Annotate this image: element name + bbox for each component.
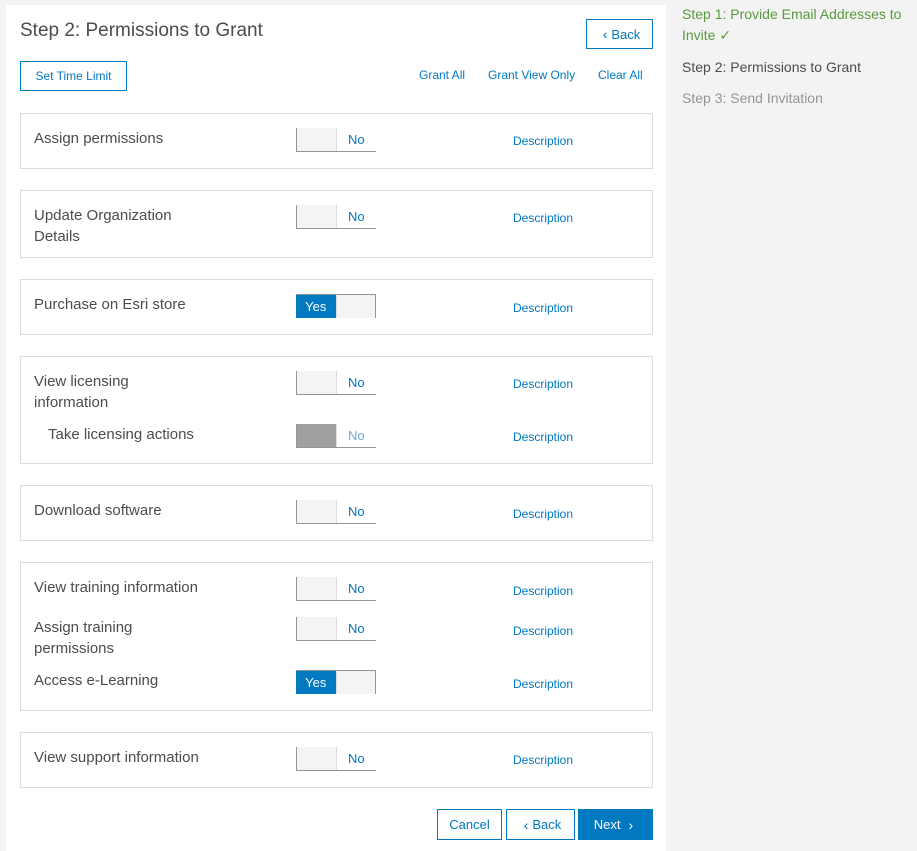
grant-view-only-link[interactable]: Grant View Only (488, 68, 575, 82)
description-link[interactable]: Description (513, 584, 573, 598)
group-download-software: Download software No Description (20, 485, 653, 541)
next-button[interactable]: Next › (578, 809, 653, 840)
toggle-off-handle (297, 500, 337, 523)
permission-label: Assign permissions (34, 130, 164, 147)
group-licensing: View licensing information No Descriptio… (20, 356, 653, 464)
toggle-off-handle (297, 577, 337, 600)
toggle-update-org[interactable]: No (296, 205, 376, 229)
toggle-view-support[interactable]: No (296, 747, 376, 771)
toggle-state: No (336, 747, 376, 770)
permission-label: Update Organization Details (34, 207, 172, 245)
toggle-off-handle (297, 424, 337, 447)
toggle-off-handle (297, 371, 337, 394)
group-assign-permissions: Assign permissions No Description (20, 113, 653, 169)
toggle-state: No (336, 617, 376, 640)
permission-label: Assign training permissions (34, 619, 133, 657)
chevron-left-icon: ‹ (523, 816, 529, 833)
toggle-view-training[interactable]: No (296, 577, 376, 601)
toggle-purchase-esri[interactable]: Yes (296, 294, 376, 318)
page-title: Step 2: Permissions to Grant (20, 20, 263, 41)
description-link[interactable]: Description (513, 507, 573, 521)
back-button-bottom[interactable]: ‹ Back (506, 809, 575, 840)
cancel-button[interactable]: Cancel (437, 809, 502, 840)
grant-all-link[interactable]: Grant All (419, 68, 465, 82)
permission-label: Access e-Learning (34, 672, 159, 689)
description-link[interactable]: Description (513, 677, 573, 691)
group-purchase-esri: Purchase on Esri store Yes Description (20, 279, 653, 335)
toggle-off-handle (297, 128, 337, 151)
description-link[interactable]: Description (513, 134, 573, 148)
back-button-label: Back (532, 817, 562, 832)
description-link[interactable]: Description (513, 377, 573, 391)
clear-all-link[interactable]: Clear All (598, 68, 643, 82)
description-link[interactable]: Description (513, 753, 573, 767)
set-time-limit-button[interactable]: Set Time Limit (20, 61, 127, 91)
permission-label: Take licensing actions (48, 426, 194, 443)
checkmark-icon: ✓ (719, 27, 732, 43)
permission-label: View licensing information (34, 373, 129, 411)
toggle-assign-permissions[interactable]: No (296, 128, 376, 152)
group-training: View training information No Description… (20, 562, 653, 711)
step-3: Step 3: Send Invitation (682, 90, 823, 106)
permission-label: View support information (34, 749, 199, 766)
permission-label: Download software (34, 502, 162, 519)
toggle-take-licensing: No (296, 424, 376, 448)
toggle-state: No (336, 424, 376, 447)
toggle-state: Yes (296, 295, 336, 318)
toggle-off-handle (297, 747, 337, 770)
toggle-state: No (336, 205, 376, 228)
next-button-label: Next (593, 817, 621, 832)
group-view-support: View support information No Description (20, 732, 653, 788)
toggle-off-handle (297, 617, 337, 640)
toggle-off-handle (335, 295, 375, 318)
toggle-state: No (336, 371, 376, 394)
main-panel: Step 2: Permissions to Grant ‹ Back Set … (6, 5, 666, 851)
toggle-view-licensing[interactable]: No (296, 371, 376, 395)
description-link[interactable]: Description (513, 301, 573, 315)
description-link[interactable]: Description (513, 624, 573, 638)
wizard-steps: Step 1: Provide Email Addresses to Invit… (682, 4, 914, 109)
toggle-state: Yes (296, 671, 336, 694)
toggle-state: No (336, 577, 376, 600)
toggle-state: No (336, 128, 376, 151)
toggle-off-handle (297, 205, 337, 228)
group-update-org: Update Organization Details No Descripti… (20, 190, 653, 258)
chevron-right-icon: › (628, 816, 634, 833)
description-link[interactable]: Description (513, 211, 573, 225)
toggle-state: No (336, 500, 376, 523)
step-1-label: Step 1: Provide Email Addresses to Invit… (682, 6, 902, 43)
toggle-access-elearning[interactable]: Yes (296, 670, 376, 694)
step-1[interactable]: Step 1: Provide Email Addresses to Invit… (682, 4, 914, 46)
step-2: Step 2: Permissions to Grant (682, 59, 861, 75)
toggle-assign-training[interactable]: No (296, 617, 376, 641)
permission-label: View training information (34, 579, 198, 596)
back-button-label: Back (611, 26, 641, 42)
back-button-top[interactable]: ‹ Back (586, 19, 653, 49)
chevron-left-icon: ‹ (602, 26, 608, 42)
toggle-download-software[interactable]: No (296, 500, 376, 524)
description-link[interactable]: Description (513, 430, 573, 444)
permission-label: Purchase on Esri store (34, 296, 186, 313)
toggle-off-handle (335, 671, 375, 694)
